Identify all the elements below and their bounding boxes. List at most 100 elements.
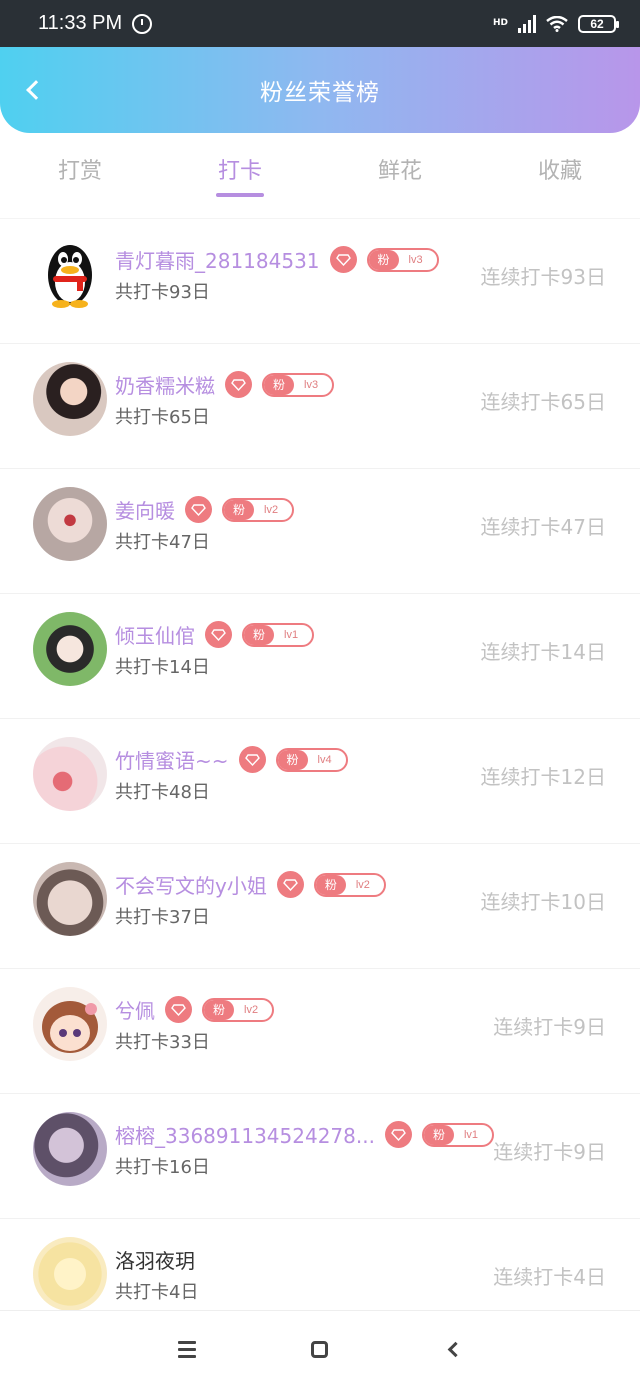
avatar[interactable] bbox=[33, 1112, 107, 1186]
back-button[interactable] bbox=[18, 75, 48, 105]
total-checkins: 共打卡14日 bbox=[115, 657, 210, 678]
fan-level: lv3 bbox=[304, 378, 319, 391]
fan-level-badge: 粉 lv2 bbox=[222, 497, 295, 522]
total-checkins: 共打卡48日 bbox=[115, 782, 210, 803]
fan-level: lv2 bbox=[355, 878, 370, 891]
total-checkins: 共打卡93日 bbox=[115, 282, 210, 303]
tab-active-indicator bbox=[216, 193, 264, 197]
tab-label: 打赏 bbox=[57, 159, 102, 184]
signal-icon bbox=[518, 14, 536, 33]
diamond-icon bbox=[329, 246, 357, 273]
wifi-icon bbox=[546, 15, 568, 32]
diamond-icon bbox=[238, 746, 266, 773]
avatar[interactable] bbox=[33, 737, 107, 811]
total-checkins: 共打卡33日 bbox=[115, 1032, 210, 1053]
fan-level: lv1 bbox=[463, 1128, 479, 1141]
diamond-icon bbox=[205, 621, 232, 648]
fan-level: lv2 bbox=[244, 1003, 259, 1016]
user-name[interactable]: 兮佩 bbox=[115, 995, 155, 1024]
list-item[interactable]: 姜向暖 粉 lv2 共打卡47日 连续打卡47日 bbox=[0, 468, 640, 593]
home-button[interactable] bbox=[305, 1334, 335, 1364]
fan-badge-label: 粉 bbox=[277, 749, 308, 770]
user-name[interactable]: 不会写文的y小姐 bbox=[115, 870, 267, 899]
diamond-icon bbox=[276, 871, 304, 898]
network-type: HD bbox=[492, 18, 508, 28]
total-checkins: 共打卡65日 bbox=[115, 407, 210, 428]
page-header: 粉丝荣誉榜 bbox=[0, 47, 640, 133]
tab-bar: 打赏 打卡 鲜花 收藏 bbox=[0, 133, 640, 203]
tab-checkin[interactable]: 打卡 bbox=[160, 133, 320, 203]
total-checkins: 共打卡4日 bbox=[115, 1282, 199, 1303]
fan-badge-label: 粉 bbox=[315, 874, 346, 895]
status-time: 11:33 PM bbox=[38, 12, 123, 34]
diamond-icon bbox=[225, 371, 252, 398]
status-bar: 11:33 PM HD 62 bbox=[0, 0, 640, 47]
battery-icon: 62 bbox=[578, 14, 619, 33]
fan-badge-label: 粉 bbox=[244, 624, 274, 645]
fan-level: lv1 bbox=[284, 628, 299, 641]
system-nav-bar bbox=[0, 1310, 640, 1387]
home-icon bbox=[311, 1340, 329, 1358]
user-name[interactable]: 竹情蜜语~~ bbox=[115, 745, 229, 774]
user-name[interactable]: 奶香糯米糍 bbox=[115, 370, 215, 399]
back-icon bbox=[447, 1341, 464, 1357]
recent-apps-button[interactable] bbox=[172, 1334, 202, 1364]
avatar[interactable] bbox=[33, 237, 107, 311]
avatar[interactable] bbox=[33, 487, 107, 561]
fan-level-badge: 粉 lv3 bbox=[366, 247, 439, 272]
tab-reward[interactable]: 打赏 bbox=[0, 133, 160, 203]
avatar[interactable] bbox=[33, 987, 107, 1061]
avatar[interactable] bbox=[33, 862, 107, 936]
page-title: 粉丝荣誉榜 bbox=[260, 80, 380, 106]
fan-level: lv2 bbox=[264, 503, 279, 516]
avatar[interactable] bbox=[33, 362, 107, 436]
total-checkins: 共打卡37日 bbox=[115, 907, 210, 928]
tab-label: 收藏 bbox=[537, 159, 582, 184]
user-name[interactable]: 榕榕_336891134524278... bbox=[115, 1120, 375, 1149]
total-checkins: 共打卡16日 bbox=[115, 1157, 210, 1178]
diamond-icon bbox=[185, 496, 212, 523]
user-name[interactable]: 洛羽夜玥 bbox=[115, 1245, 195, 1274]
streak-checkins: 连续打卡4日 bbox=[493, 1265, 606, 1289]
streak-checkins: 连续打卡10日 bbox=[480, 890, 606, 914]
fan-level-badge: 粉 lv3 bbox=[262, 372, 335, 397]
list-item[interactable]: 奶香糯米糍 粉 lv3 共打卡65日 连续打卡65日 bbox=[0, 343, 640, 468]
list-item[interactable]: 不会写文的y小姐 粉 lv2 共打卡37日 连续打卡10日 bbox=[0, 843, 640, 968]
tab-flowers[interactable]: 鲜花 bbox=[320, 133, 480, 203]
list-item[interactable]: 兮佩 粉 lv2 共打卡33日 连续打卡9日 bbox=[0, 968, 640, 1093]
streak-checkins: 连续打卡93日 bbox=[480, 265, 606, 289]
fan-level-badge: 粉 lv4 bbox=[275, 747, 348, 772]
fan-badge-label: 粉 bbox=[423, 1124, 454, 1145]
streak-checkins: 连续打卡14日 bbox=[480, 640, 606, 664]
list-item[interactable]: 倾玉仙倌 粉 lv1 共打卡14日 连续打卡14日 bbox=[0, 593, 640, 718]
user-name[interactable]: 倾玉仙倌 bbox=[115, 620, 195, 649]
fan-ranking-list: 青灯暮雨_281184531 粉 lv3 共打卡93日 连续打卡93日 奶香糯米… bbox=[0, 218, 640, 1343]
streak-checkins: 连续打卡47日 bbox=[480, 515, 606, 539]
list-item[interactable]: 竹情蜜语~~ 粉 lv4 共打卡48日 连续打卡12日 bbox=[0, 718, 640, 843]
user-name[interactable]: 姜向暖 bbox=[115, 495, 175, 524]
streak-checkins: 连续打卡12日 bbox=[480, 765, 606, 789]
avatar[interactable] bbox=[33, 612, 107, 686]
fan-level-badge: 粉 lv2 bbox=[202, 997, 275, 1022]
list-item[interactable]: 青灯暮雨_281184531 粉 lv3 共打卡93日 连续打卡93日 bbox=[0, 218, 640, 343]
streak-checkins: 连续打卡65日 bbox=[480, 390, 606, 414]
avatar[interactable] bbox=[33, 1237, 107, 1311]
fan-level: lv4 bbox=[317, 753, 332, 766]
fan-badge-label: 粉 bbox=[204, 999, 234, 1020]
fan-badge-label: 粉 bbox=[264, 374, 294, 395]
menu-icon bbox=[177, 1340, 196, 1358]
total-checkins: 共打卡47日 bbox=[115, 532, 210, 553]
list-item[interactable]: 榕榕_336891134524278... 粉 lv1 共打卡16日 连续打卡9… bbox=[0, 1093, 640, 1218]
diamond-icon bbox=[165, 996, 192, 1023]
back-arrow-icon bbox=[26, 80, 46, 100]
fan-level-badge: 粉 lv2 bbox=[313, 872, 386, 897]
battery-level: 62 bbox=[590, 16, 604, 31]
fan-badge-label: 粉 bbox=[368, 249, 399, 270]
user-name[interactable]: 青灯暮雨_281184531 bbox=[115, 245, 320, 274]
system-back-button[interactable] bbox=[438, 1334, 468, 1364]
tab-favorites[interactable]: 收藏 bbox=[480, 133, 640, 203]
fan-badge-label: 粉 bbox=[224, 499, 254, 520]
alarm-icon bbox=[132, 13, 153, 34]
streak-checkins: 连续打卡9日 bbox=[493, 1140, 606, 1164]
fan-level-badge: 粉 lv1 bbox=[242, 622, 315, 647]
